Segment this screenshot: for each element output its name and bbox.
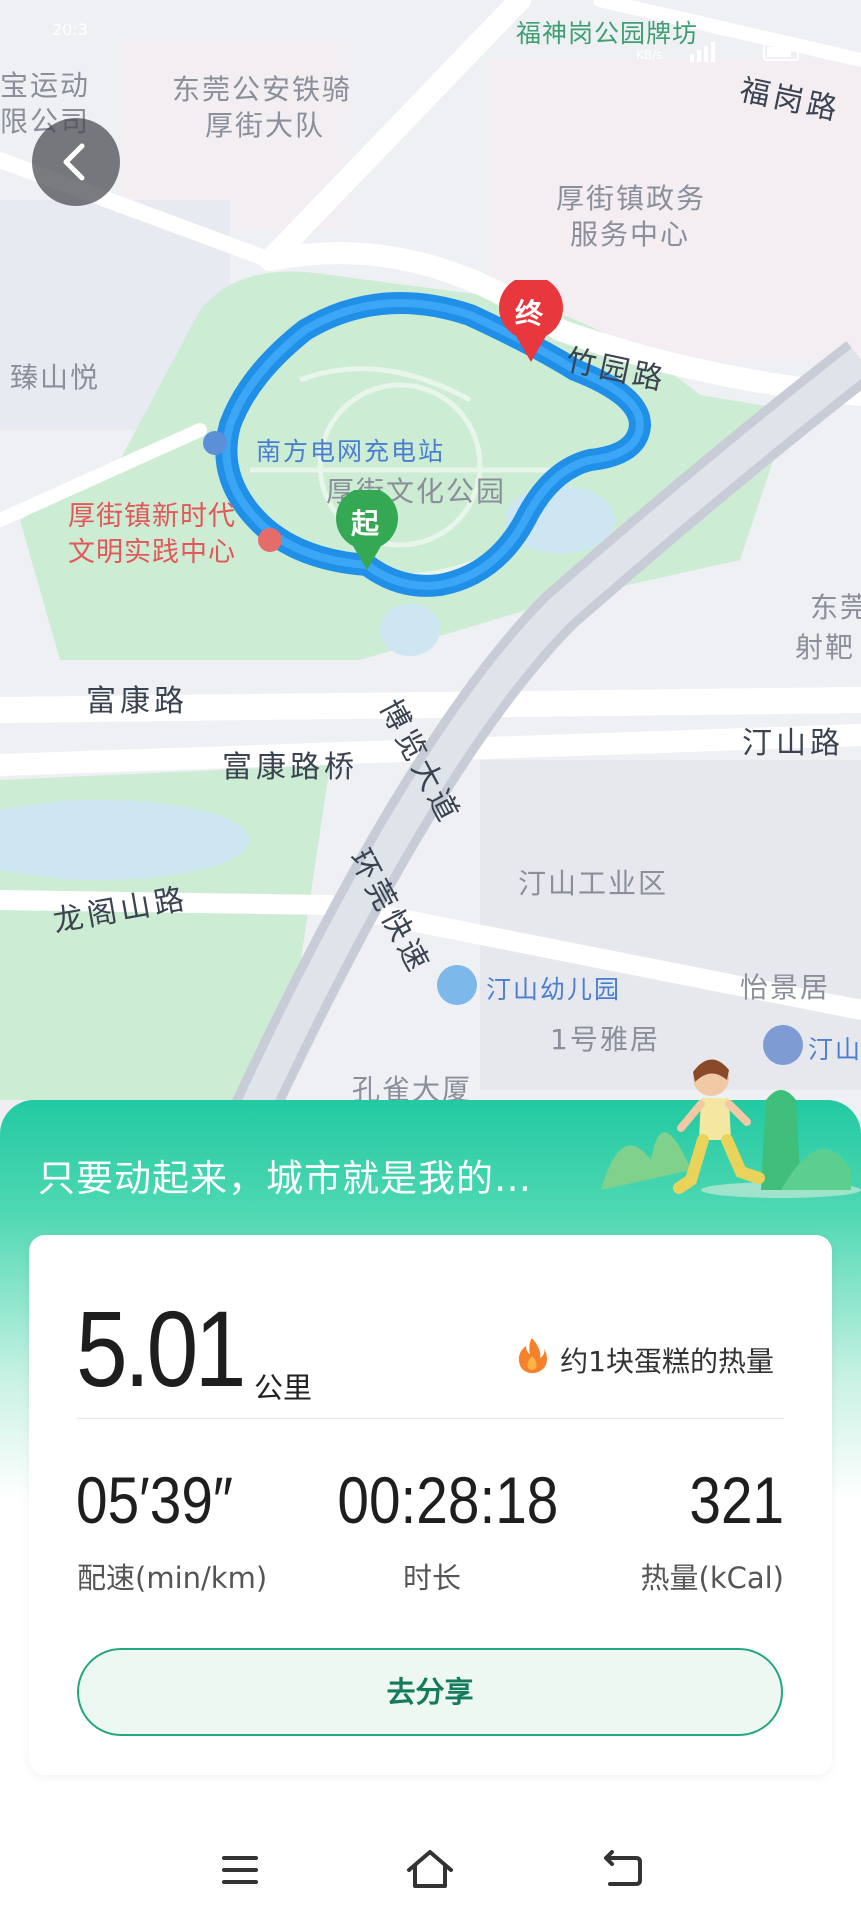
poi-sport-co-line1: 宝运动 xyxy=(0,69,91,102)
poi-police-line1: 东莞公安铁骑 xyxy=(172,73,353,106)
start-marker-label: 起 xyxy=(351,507,380,540)
poi-charging-station: 南方电网充电站 xyxy=(256,437,446,466)
chevron-left-icon xyxy=(63,143,85,181)
card-divider xyxy=(77,1418,784,1419)
poi-fushengang: 福神岗公园牌坊 xyxy=(516,19,699,48)
road-label-tingshan: 汀山路 xyxy=(742,726,844,761)
calorie-equivalent: 约1块蛋糕的热量 xyxy=(519,1338,774,1380)
route-start-marker[interactable]: 起 xyxy=(335,490,399,572)
poi-police-line2: 厚街大队 xyxy=(205,109,326,142)
home-icon[interactable] xyxy=(405,1848,455,1892)
distance-unit: 公里 xyxy=(254,1371,313,1405)
duration-value: 00:28:18 xyxy=(337,1463,559,1537)
status-icons xyxy=(690,42,799,62)
pace-label: 配速(min/km) xyxy=(77,1561,268,1595)
route-end-marker[interactable]: 终 xyxy=(498,280,564,364)
back-button[interactable] xyxy=(32,118,120,206)
route-map[interactable]: 福岗路 竹园路 富康路 富康路桥 汀山路 龙阁山路 博览大道 环莞快速 东莞公安… xyxy=(0,0,861,1140)
duration-label: 时长 xyxy=(402,1561,461,1595)
distance-value: 5.01 xyxy=(76,1288,246,1409)
status-net-speed: KB/s xyxy=(636,48,663,62)
back-icon[interactable] xyxy=(600,1848,644,1892)
slogan-text: 只要动起来，城市就是我的… xyxy=(38,1157,532,1200)
end-marker-label: 终 xyxy=(515,297,544,330)
runner-illustration xyxy=(601,1059,861,1198)
poi-zhenshanyue: 臻山悦 xyxy=(10,361,101,394)
menu-icon[interactable] xyxy=(218,1848,262,1892)
poi-tingshan-industrial: 汀山工业区 xyxy=(518,867,669,900)
system-nav-bar xyxy=(0,1830,861,1920)
poi-kindergarten: 汀山幼儿园 xyxy=(486,975,622,1004)
calories-label: 热量(kCal) xyxy=(640,1561,785,1595)
road-label-fukang-bridge: 富康路桥 xyxy=(222,750,358,785)
share-button[interactable]: 去分享 xyxy=(77,1648,783,1736)
calorie-equivalent-text: 约1块蛋糕的热量 xyxy=(560,1345,774,1378)
road-label-fukang: 富康路 xyxy=(86,684,188,719)
pace-value: 05′39″ xyxy=(76,1463,234,1537)
poi-yijingju: 怡景居 xyxy=(740,971,831,1004)
poi-shebachang: 射靶 xyxy=(795,631,856,664)
poi-gov-line2: 服务中心 xyxy=(570,218,691,251)
poi-civilization-line2: 文明实践中心 xyxy=(68,537,236,568)
flame-icon xyxy=(519,1338,548,1374)
poi-civilization-line1: 厚街镇新时代 xyxy=(68,501,236,532)
workout-summary-card: 5.01 公里 约1块蛋糕的热量 05′39″ 配速(min/km) 00:28… xyxy=(29,1235,832,1775)
poi-gov-line1: 厚街镇政务 xyxy=(556,182,707,215)
map-canvas xyxy=(0,0,861,1140)
status-time: 20:3 xyxy=(52,20,88,39)
poi-dongguan-right: 东莞 xyxy=(810,591,861,624)
calories-value: 321 xyxy=(689,1463,784,1537)
